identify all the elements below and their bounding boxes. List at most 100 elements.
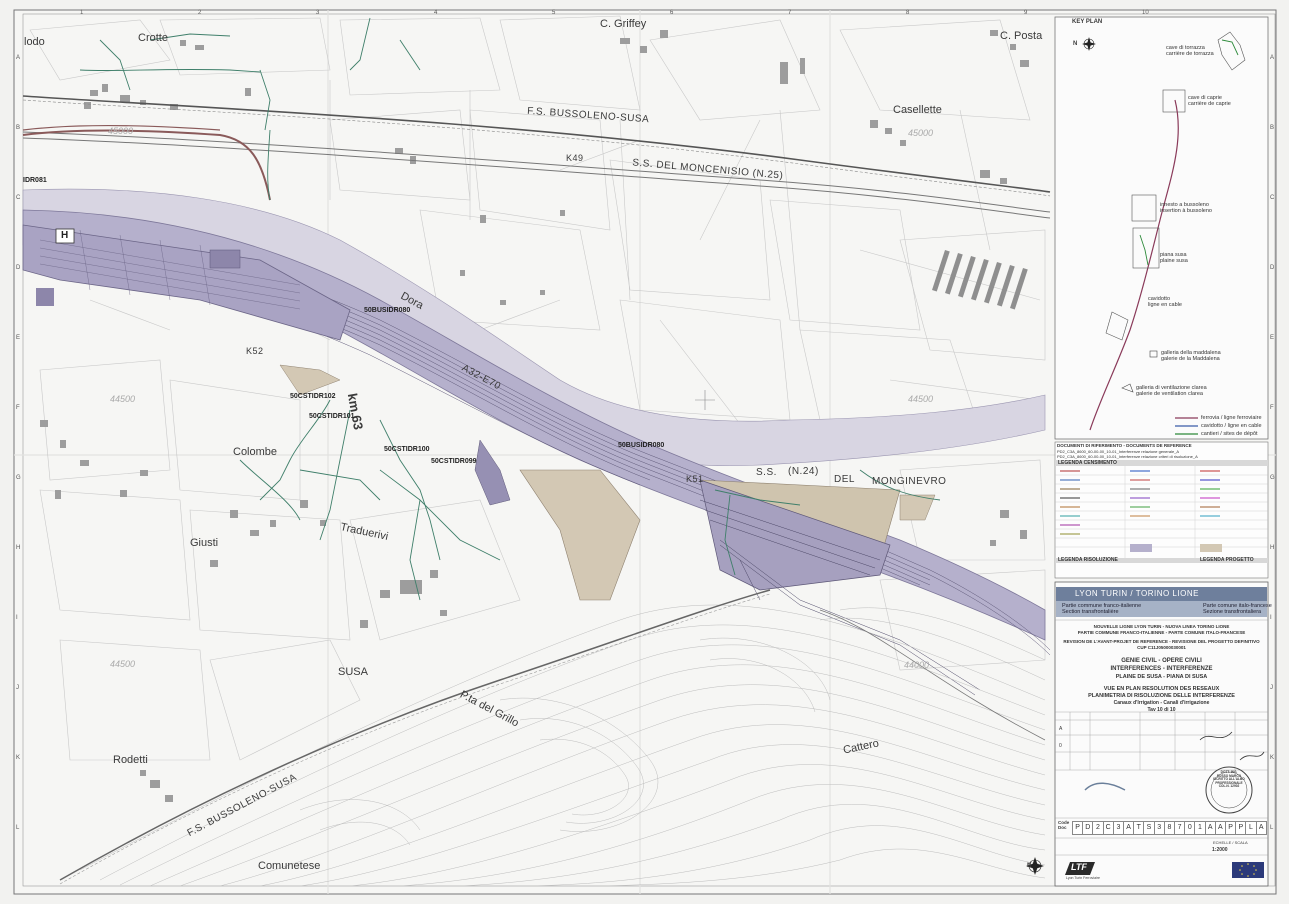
grid-column-label: 1 xyxy=(80,10,84,16)
place-label: SUSA xyxy=(338,666,368,678)
key-plan-label: galleria della maddalena galerie de la M… xyxy=(1161,350,1221,362)
title-line: VUE EN PLAN RESOLUTION DES RESEAUX xyxy=(1103,686,1220,692)
brand-title: LYON TURIN / TORINO LIONE xyxy=(1075,589,1199,598)
contour-label: 45000 xyxy=(108,126,134,136)
road-label: DEL xyxy=(834,474,855,485)
title-line: CUP C11J05000030001 xyxy=(1137,645,1186,650)
key-plan-label: cavidotto ligne en cable xyxy=(1148,296,1182,308)
interference-code: IDR081 xyxy=(23,177,47,184)
interference-code: 50CSTIDR099 xyxy=(431,458,477,465)
north-label: N xyxy=(1073,41,1078,47)
place-label: lodo xyxy=(24,36,45,48)
interference-code: 50CSTIDR101 xyxy=(309,413,355,420)
place-label: C. Posta xyxy=(1000,30,1043,42)
grid-row-label: H xyxy=(16,545,21,551)
section-label: Section transfrontalière xyxy=(1062,609,1119,615)
helipad-label: H xyxy=(61,230,69,241)
ltf-logo: LTF xyxy=(1071,862,1087,872)
legend-title: LEGENDA CENSIMENTO xyxy=(1058,460,1117,466)
grid-column-label: 7 xyxy=(788,10,792,16)
grid-column-label: 6 xyxy=(670,10,674,16)
km-marker: K49 xyxy=(566,153,584,163)
grid-row-label: G xyxy=(1270,475,1275,481)
place-label: Rodetti xyxy=(113,754,148,766)
grid-row-label: F xyxy=(1270,405,1274,411)
grid-row-label: F xyxy=(16,405,20,411)
place-label: Comunetese xyxy=(258,860,321,872)
grid-row-label: B xyxy=(1270,125,1275,131)
place-label: Casellette xyxy=(893,104,942,116)
scale-label: ECHELLE / SCALA xyxy=(1213,840,1248,845)
revision-index: A xyxy=(1059,726,1063,732)
grid-row-label: D xyxy=(16,265,21,271)
contour-label: 44500 xyxy=(110,659,136,669)
interference-code: 50CSTIDR102 xyxy=(290,393,336,400)
grid-column-label: 5 xyxy=(552,10,556,16)
grid-column-label: 10 xyxy=(1142,10,1149,16)
key-plan-label: innesto a bussoleno insertion à bussolen… xyxy=(1160,202,1212,214)
grid-column-label: 9 xyxy=(1024,10,1028,16)
section-label: Sezione transfrontaliera xyxy=(1203,609,1262,615)
revision-index: 0 xyxy=(1059,743,1062,749)
grid-row-label: E xyxy=(1270,335,1275,341)
grid-row-label: K xyxy=(16,755,21,761)
title-line: NOUVELLE LIGNE LYON TURIN - NUOVA LINEA … xyxy=(1093,624,1230,629)
road-label: MONGINEVRO xyxy=(872,476,947,487)
grid-row-label: B xyxy=(16,125,21,131)
key-plan-title: KEY PLAN xyxy=(1072,19,1103,25)
place-label: C. Griffey xyxy=(600,18,647,30)
title-line: Tav 10 di 10 xyxy=(1147,707,1176,713)
place-label: Colombe xyxy=(233,446,278,458)
grid-row-label: E xyxy=(16,335,21,341)
contour-label: 44500 xyxy=(908,394,934,404)
grid-column-label: 2 xyxy=(198,10,202,16)
grid-column-label: 4 xyxy=(434,10,438,16)
title-line: PLAINE DE SUSA - PIANA DI SUSA xyxy=(1115,674,1208,680)
north-label: N xyxy=(1027,863,1032,869)
interference-code: 50CSTIDR100 xyxy=(384,446,430,453)
grid-row-label: I xyxy=(1270,615,1272,621)
grid-row-label: D xyxy=(1270,265,1275,271)
title-line: PLANIMETRIA DI RISOLUZIONE DELLE INTERFE… xyxy=(1088,693,1235,699)
title-line: REVISION DE L'AVANT-PROJET DE REFERENCE … xyxy=(1063,639,1260,644)
grid-row-label: J xyxy=(1270,685,1273,691)
contour-label: 45000 xyxy=(908,128,934,138)
title-line: INTERFERENCES - INTERFERENZE xyxy=(1110,666,1213,672)
legend-title: LEGENDA RISOLUZIONE xyxy=(1058,557,1118,563)
grid-row-label: C xyxy=(16,195,21,201)
key-plan-legend: cavidotto / ligne en cable xyxy=(1201,423,1262,429)
grid-row-label: I xyxy=(16,615,18,621)
interference-code: 50BUSIDR080 xyxy=(364,307,411,314)
grid-row-label: A xyxy=(1270,55,1275,61)
grid-row-label: K xyxy=(1270,755,1275,761)
title-block-text: NOUVELLE LIGNE LYON TURIN - NUOVA LINEA … xyxy=(1055,624,1268,714)
key-plan-legend: cantieri / sites de dépôt xyxy=(1201,431,1258,437)
grid-row-label: A xyxy=(16,55,21,61)
code-label: Code Doc xyxy=(1058,820,1070,830)
place-label: Giusti xyxy=(190,537,219,549)
grid-row-label: H xyxy=(1270,545,1275,551)
code-cell: A xyxy=(1255,821,1267,835)
title-line: PARTIE COMMUNE FRANCO-ITALIENNE - PARTE … xyxy=(1077,630,1246,635)
ltf-subtitle: Lyon Turin Ferroviaire xyxy=(1066,876,1100,880)
key-plan-label: cave di torrazza carrière de torrazza xyxy=(1166,45,1214,57)
key-plan-label: cave di caprie carrière de caprie xyxy=(1188,95,1231,107)
grid-row-label: J xyxy=(16,685,19,691)
engineer-stamp: DOTT. ING. RUSSO MARCO ISCRITTO ALL'ALBO… xyxy=(1213,770,1245,789)
grid-row-label: L xyxy=(1270,825,1274,831)
key-plan-label: piana susa plaine susa xyxy=(1160,252,1188,264)
scale-value: 1:2000 xyxy=(1212,847,1228,853)
place-label: Crotte xyxy=(138,32,168,44)
interference-code: 50BUSIDR080 xyxy=(618,442,665,449)
grid-row-label: G xyxy=(16,475,21,481)
key-plan-label: galleria di ventilazione clarea galerie … xyxy=(1136,385,1207,397)
km-marker: K51 xyxy=(686,474,704,484)
km-marker: K52 xyxy=(246,346,264,356)
contour-label: 44000 xyxy=(904,660,930,670)
title-line: GENIE CIVIL - OPERE CIVILI xyxy=(1121,658,1202,664)
road-label: S.S. xyxy=(756,467,777,478)
map-sheet: 1 2 3 4 5 6 7 8 9 10 A A B B C C D D E E F F G G H H I I J J K K L L lod… xyxy=(0,0,1289,904)
contour-label: 44500 xyxy=(110,394,136,404)
grid-row-label: C xyxy=(1270,195,1275,201)
grid-column-label: 3 xyxy=(316,10,320,16)
